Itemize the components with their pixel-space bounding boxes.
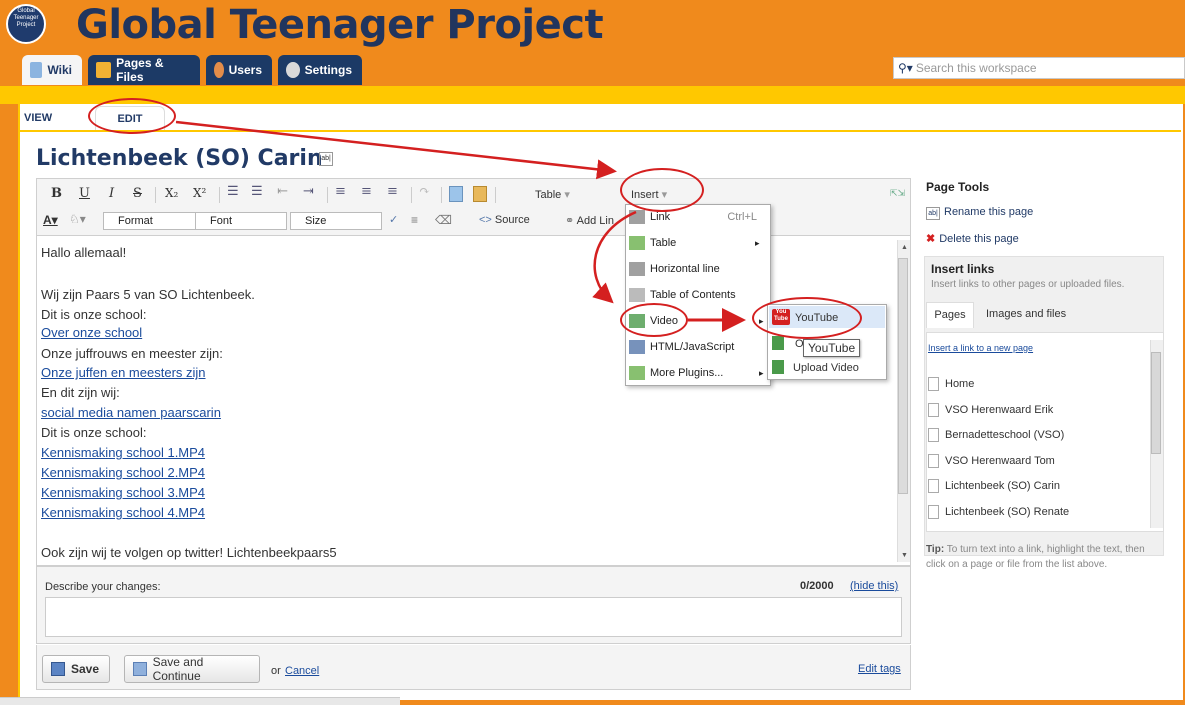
annotation-arrows (175, 120, 746, 332)
